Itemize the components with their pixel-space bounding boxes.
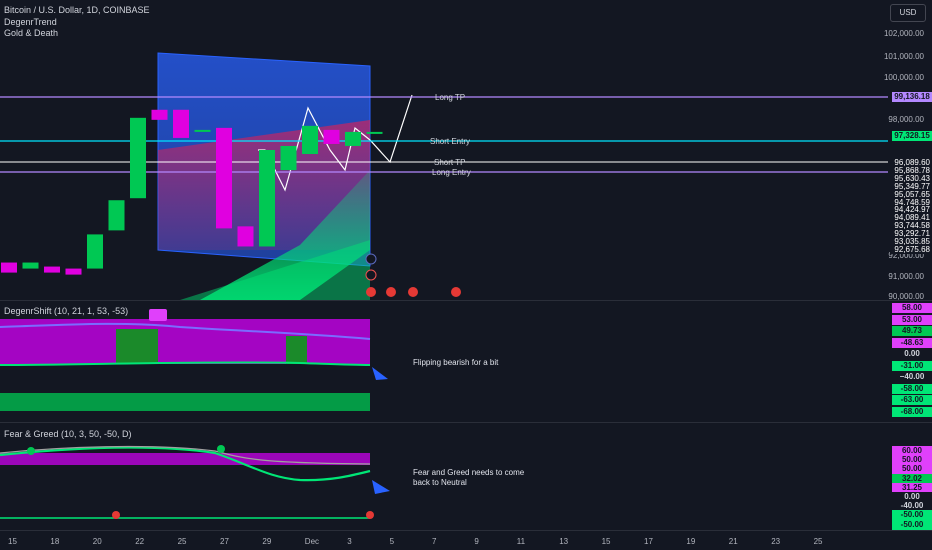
time-tick: 25 <box>813 537 823 546</box>
axis-value-tag: 0.00 <box>892 349 932 359</box>
signal-marker-icon[interactable] <box>149 309 167 321</box>
short-entry-label: Short Entry <box>430 137 471 146</box>
signal-marker-icon[interactable] <box>217 445 225 453</box>
event-marker-icon[interactable] <box>451 287 461 297</box>
long-tp-price-tag: 99,136.18 <box>892 92 932 102</box>
time-tick: 29 <box>262 537 272 546</box>
long-tp-label: Long TP <box>435 93 466 102</box>
candle <box>130 117 146 199</box>
indicator-degenrtrend[interactable]: DegenrTrend <box>4 17 57 27</box>
main-price-chart[interactable] <box>0 0 888 300</box>
event-marker-plus-icon[interactable] <box>365 253 377 265</box>
candle <box>302 125 318 155</box>
candle <box>194 129 211 132</box>
arrow-pointer-icon <box>372 367 388 380</box>
pane-separator <box>0 530 932 531</box>
short-entry-price-tag: 97,328.15 <box>892 131 932 141</box>
candle <box>108 200 125 231</box>
time-tick: 15 <box>8 537 17 546</box>
event-marker-icon[interactable] <box>366 287 376 297</box>
price-tick: 98,000.00 <box>888 115 924 124</box>
candle <box>65 268 82 275</box>
time-tick: 18 <box>50 537 60 546</box>
candle <box>237 226 254 247</box>
candle <box>216 127 232 229</box>
axis-value-tag: -68.00 <box>892 406 932 417</box>
axis-value-tag: -63.00 <box>892 395 932 405</box>
candle <box>87 234 103 269</box>
degenrshift-green-block <box>286 336 307 364</box>
time-tick: 25 <box>177 537 187 546</box>
long-entry-label: Long Entry <box>432 168 471 177</box>
time-tick: 5 <box>389 537 395 546</box>
price-tick: 102,000.00 <box>883 29 924 38</box>
candle <box>366 131 383 134</box>
degenrshift-green-block <box>116 329 158 364</box>
short-tp-label: Short TP <box>434 158 466 167</box>
annotation-flipping-bearish: Flipping bearish for a bit <box>413 358 499 367</box>
time-tick: 27 <box>220 537 229 546</box>
symbol-title[interactable]: Bitcoin / U.S. Dollar, 1D, COINBASE <box>4 5 150 15</box>
price-axis[interactable]: 102,000.00 101,000.00 100,000.00 98,000.… <box>884 0 932 301</box>
price-tick: 91,000.00 <box>888 272 924 281</box>
annotation-fear-greed-2: back to Neutral <box>413 478 467 487</box>
time-tick: 17 <box>644 537 653 546</box>
event-marker-icon[interactable] <box>408 287 418 297</box>
axis-value-tag: −40.00 <box>892 372 932 382</box>
candle <box>22 262 39 269</box>
axis-value-tag: -58.00 <box>892 383 932 394</box>
candle <box>151 109 168 120</box>
time-tick: 20 <box>92 537 102 546</box>
price-tick: 101,000.00 <box>883 52 924 61</box>
annotation-fear-greed-1: Fear and Greed needs to come <box>413 468 525 477</box>
event-marker-icon[interactable] <box>112 511 120 519</box>
time-tick: 19 <box>686 537 696 546</box>
candle <box>1 262 17 273</box>
time-tick: 15 <box>601 537 611 546</box>
degenrshift-lower-band <box>0 393 370 411</box>
candle <box>44 266 60 273</box>
candle <box>280 145 297 171</box>
axis-value-tag: 58.00 <box>892 303 932 313</box>
axis-value-tag: -48.63 <box>892 337 932 348</box>
time-tick: 9 <box>474 537 479 546</box>
axis-value-tag: -50.00 <box>892 519 932 530</box>
axis-value-tag: 53.00 <box>892 314 932 325</box>
time-tick: 7 <box>432 537 437 546</box>
candle <box>323 129 340 144</box>
event-marker-icon[interactable] <box>366 511 374 519</box>
time-tick: 21 <box>728 537 738 546</box>
time-tick: 23 <box>771 537 781 546</box>
axis-value-tag: 49.73 <box>892 326 932 336</box>
signal-marker-icon[interactable] <box>27 447 35 455</box>
candle <box>173 109 189 138</box>
time-tick: 13 <box>559 537 569 546</box>
time-tick: 3 <box>347 537 352 546</box>
price-level-label: 92,675.68 <box>890 244 930 254</box>
axis-value-tag: -31.00 <box>892 360 932 371</box>
price-tick: 100,000.00 <box>883 73 924 82</box>
candle <box>259 149 275 247</box>
arrow-pointer-icon <box>372 480 390 494</box>
time-axis[interactable]: 15 18 20 22 25 27 29 Dec 3 5 7 9 11 13 15 17 19 21 23 25 <box>0 532 888 550</box>
event-marker-icon[interactable] <box>386 287 396 297</box>
candle <box>345 131 361 146</box>
time-tick: 11 <box>516 537 526 546</box>
event-marker-lightning-icon[interactable] <box>365 269 377 281</box>
time-tick: 22 <box>135 537 145 546</box>
time-tick: Dec <box>304 537 320 546</box>
indicator-gold-death[interactable]: Gold & Death <box>4 28 58 38</box>
